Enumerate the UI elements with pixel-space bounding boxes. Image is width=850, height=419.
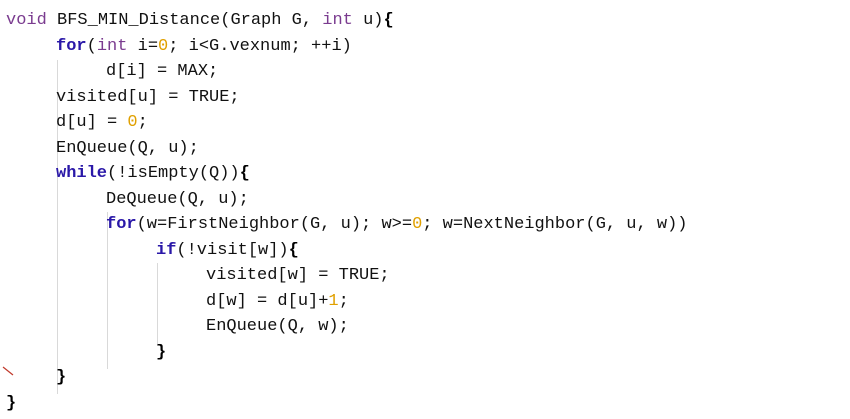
code-token: (w=FirstNeighbor(G, u); w>= bbox=[136, 215, 413, 234]
code-line: d[i] = MAX; bbox=[6, 59, 688, 85]
code-token: (!visit[w]) bbox=[176, 240, 289, 260]
code-line: visited[w] = TRUE; bbox=[6, 263, 688, 289]
code-token: ; i<G.vexnum; ++i) bbox=[168, 36, 352, 56]
code-token: } bbox=[56, 368, 67, 387]
code-token: u) bbox=[352, 11, 384, 30]
cursor-mark-icon bbox=[2, 366, 14, 376]
code-token: (!isEmpty(Q)) bbox=[107, 164, 240, 183]
code-token: void bbox=[6, 11, 47, 30]
code-token: d[u] = bbox=[56, 113, 128, 132]
code-token: BFS_MIN_Distance(Graph G, bbox=[46, 11, 323, 30]
code-token: EnQueue(Q, w); bbox=[206, 317, 349, 336]
code-token: ; w=NextNeighbor(G, u, w)) bbox=[422, 215, 688, 234]
code-token: ( bbox=[86, 36, 97, 56]
code-token: for bbox=[106, 215, 137, 234]
code-line: for(w=FirstNeighbor(G, u); w>=0; w=NextN… bbox=[6, 212, 688, 238]
code-token: visited[u] = TRUE; bbox=[56, 87, 240, 107]
code-editor[interactable]: void BFS_MIN_Distance(Graph G, int u){fo… bbox=[0, 0, 850, 419]
code-line: EnQueue(Q, u); bbox=[6, 136, 688, 162]
code-token: } bbox=[156, 342, 167, 362]
code-line: for(int i=0; i<G.vexnum; ++i) bbox=[6, 34, 688, 60]
code-token: i= bbox=[127, 36, 159, 56]
code-line: void BFS_MIN_Distance(Graph G, int u){ bbox=[6, 8, 688, 34]
code-line: } bbox=[6, 365, 688, 391]
code-token: while bbox=[56, 164, 108, 183]
code-token: int bbox=[322, 11, 353, 30]
code-line: } bbox=[6, 391, 688, 417]
code-token: { bbox=[239, 164, 250, 183]
code-token: EnQueue(Q, u); bbox=[56, 138, 199, 158]
code-token: 0 bbox=[412, 215, 423, 234]
code-token: d[i] = MAX; bbox=[106, 62, 219, 81]
code-line: DeQueue(Q, u); bbox=[6, 187, 688, 213]
code-token: for bbox=[56, 36, 87, 56]
code-token: } bbox=[6, 393, 17, 413]
code-token: 0 bbox=[158, 36, 169, 56]
code-token: ; bbox=[338, 291, 349, 311]
code-token: 0 bbox=[127, 113, 138, 132]
code-token: 1 bbox=[328, 291, 339, 311]
code-token: DeQueue(Q, u); bbox=[106, 189, 249, 209]
code-token: { bbox=[288, 240, 299, 260]
code-line: if(!visit[w]){ bbox=[6, 238, 688, 264]
code-line: EnQueue(Q, w); bbox=[6, 314, 688, 340]
code-token: int bbox=[96, 36, 128, 56]
code-line: d[w] = d[u]+1; bbox=[6, 289, 688, 315]
code-token: ; bbox=[137, 113, 148, 132]
code-line: } bbox=[6, 340, 688, 366]
code-line: d[u] = 0; bbox=[6, 110, 688, 136]
code-token: { bbox=[383, 11, 394, 30]
code-token: if bbox=[156, 240, 177, 260]
code-token: visited[w] = TRUE; bbox=[206, 266, 390, 285]
code-line: visited[u] = TRUE; bbox=[6, 85, 688, 111]
code-block[interactable]: void BFS_MIN_Distance(Graph G, int u){fo… bbox=[6, 8, 688, 416]
code-line: while(!isEmpty(Q)){ bbox=[6, 161, 688, 187]
code-token: d[w] = d[u]+ bbox=[206, 291, 329, 311]
